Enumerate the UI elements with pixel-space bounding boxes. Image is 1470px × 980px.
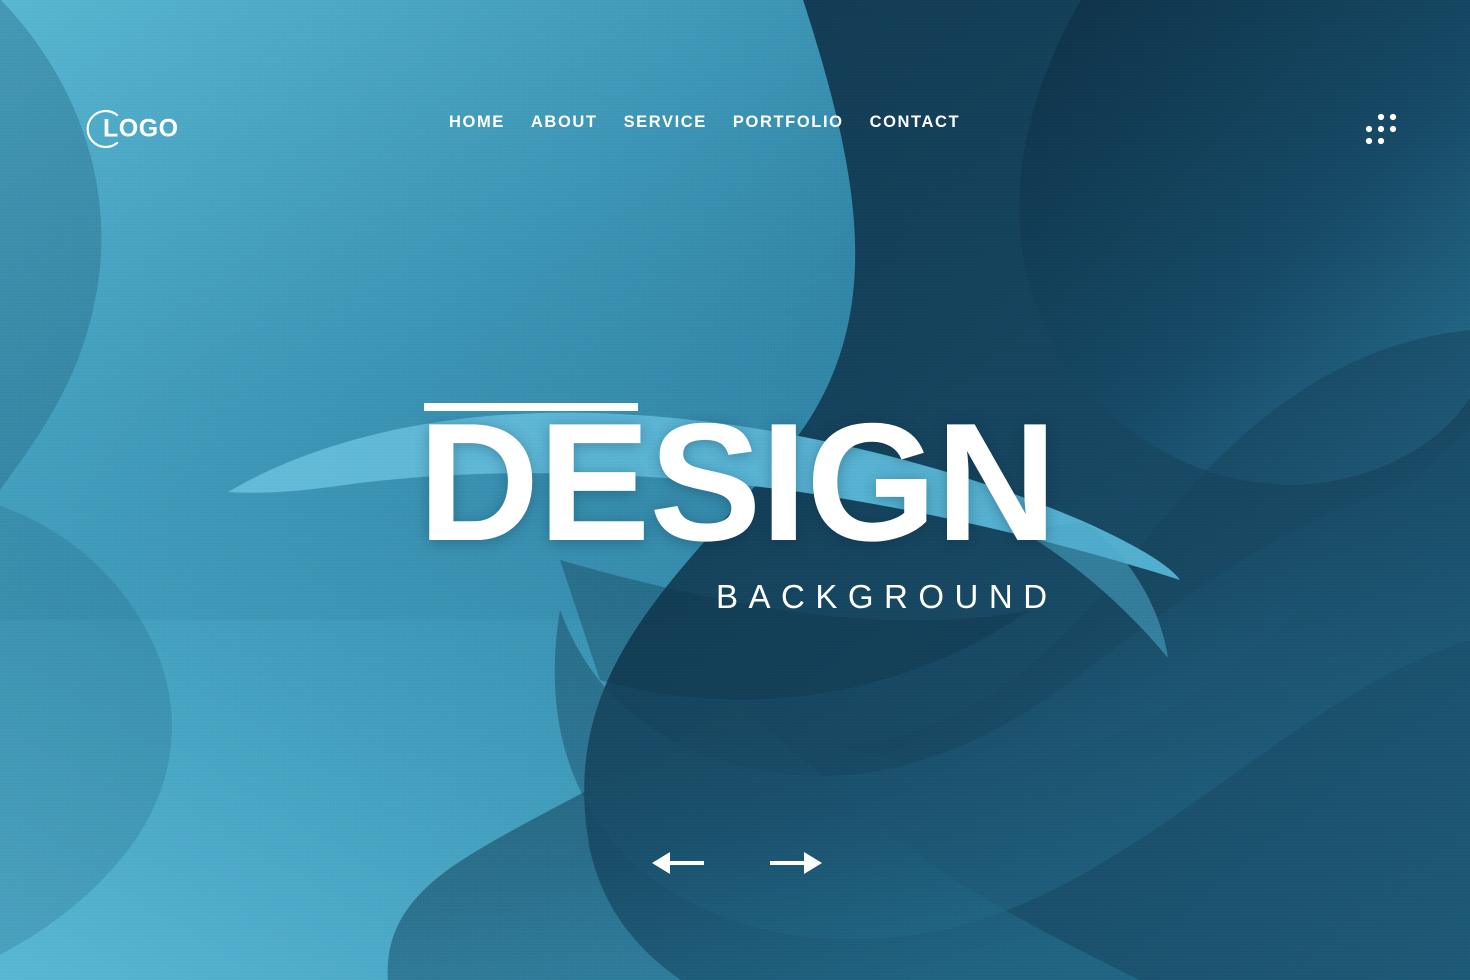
- nav-item-portfolio[interactable]: PORTFOLIO: [733, 114, 844, 131]
- main-navigation: HOME ABOUT SERVICE PORTFOLIO CONTACT: [449, 114, 960, 131]
- dot-grid-menu-icon[interactable]: [1364, 112, 1398, 146]
- logo-text: LOGO: [103, 114, 179, 143]
- arrow-left-icon: [652, 852, 704, 874]
- logo[interactable]: LOGO: [78, 100, 198, 158]
- slider-navigation: [650, 843, 830, 883]
- site-header: LOGO HOME ABOUT SERVICE PORTFOLIO CONTAC…: [0, 0, 1470, 250]
- slider-prev-button[interactable]: [650, 847, 706, 879]
- nav-item-home[interactable]: HOME: [449, 114, 505, 131]
- nav-item-service[interactable]: SERVICE: [624, 114, 707, 131]
- slider-next-button[interactable]: [768, 847, 824, 879]
- arrow-right-icon: [770, 852, 822, 874]
- page-root: LOGO HOME ABOUT SERVICE PORTFOLIO CONTAC…: [0, 0, 1470, 980]
- nav-item-about[interactable]: ABOUT: [531, 114, 598, 131]
- nav-item-contact[interactable]: CONTACT: [870, 114, 961, 131]
